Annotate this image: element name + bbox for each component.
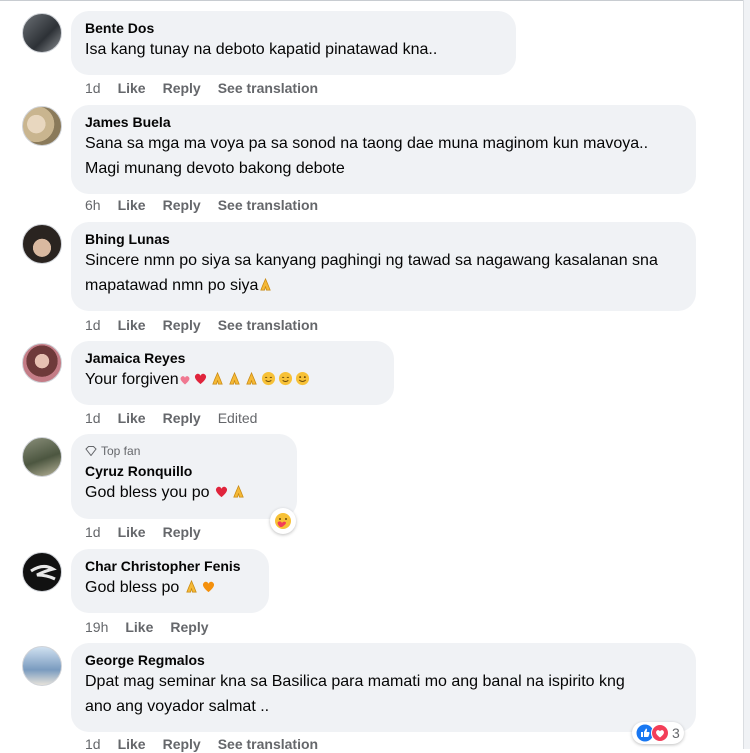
pink-heart-icon bbox=[180, 376, 190, 385]
reply-button[interactable]: Reply bbox=[163, 316, 201, 334]
comment-actions: 1d Like Reply See translation bbox=[85, 735, 335, 753]
diamond-icon bbox=[85, 446, 97, 456]
comment-text: Sincere nmn po siya sa kanyang paghingi … bbox=[85, 248, 675, 298]
relieved-face-icon bbox=[278, 371, 292, 386]
comment-actions: 1d Like Reply bbox=[85, 523, 218, 541]
comment-author[interactable]: Bente Dos bbox=[85, 19, 502, 37]
folded-hands-icon bbox=[260, 277, 272, 291]
care-reaction-badge[interactable] bbox=[270, 508, 296, 534]
comment-text: Dpat mag seminar kna sa Basilica para ma… bbox=[85, 673, 630, 715]
like-button[interactable]: Like bbox=[118, 79, 146, 97]
comment-time[interactable]: 1d bbox=[85, 316, 101, 334]
comment-text: Isa kang tunay na deboto kapatid pinataw… bbox=[85, 41, 438, 58]
comment-bubble: Bente Dos Isa kang tunay na deboto kapat… bbox=[71, 11, 516, 75]
comment-author[interactable]: Jamaica Reyes bbox=[85, 349, 380, 367]
comment-text-content: Sincere nmn po siya sa kanyang paghingi … bbox=[85, 252, 663, 294]
avatar[interactable] bbox=[22, 343, 62, 383]
comment-bubble: George Regmalos Dpat mag seminar kna sa … bbox=[71, 643, 696, 732]
comment-bubble: Bhing Lunas Sincere nmn po siya sa kanya… bbox=[71, 222, 696, 311]
like-button[interactable]: Like bbox=[118, 196, 146, 214]
reply-button[interactable]: Reply bbox=[163, 409, 201, 427]
comment-text: Sana sa mga ma voya pa sa sonod na taong… bbox=[85, 135, 653, 177]
comment-author[interactable]: James Buela bbox=[85, 113, 682, 131]
folded-hands-icon bbox=[228, 371, 240, 385]
comment-bubble: James Buela Sana sa mga ma voya pa sa so… bbox=[71, 105, 696, 194]
reply-button[interactable]: Reply bbox=[163, 523, 201, 541]
comment-actions: 6h Like Reply See translation bbox=[85, 196, 335, 214]
edited-label: Edited bbox=[217, 410, 258, 426]
like-button[interactable]: Like bbox=[118, 735, 146, 753]
comment-time[interactable]: 1d bbox=[85, 735, 101, 753]
like-button[interactable]: Like bbox=[125, 618, 153, 636]
smiling-face-icon bbox=[295, 371, 309, 386]
avatar[interactable] bbox=[22, 437, 62, 477]
comment-bubble: Top fan Cyruz Ronquillo God bless you po bbox=[71, 434, 297, 519]
scrollbar[interactable] bbox=[743, 0, 750, 749]
like-button[interactable]: Like bbox=[118, 316, 146, 334]
comment-text: Your forgiven bbox=[85, 367, 380, 392]
comment-time[interactable]: 19h bbox=[85, 618, 108, 636]
orange-heart-icon bbox=[202, 581, 214, 593]
comment-text: God bless you po bbox=[85, 480, 283, 505]
comment-author[interactable]: Bhing Lunas bbox=[85, 230, 682, 248]
relieved-face-icon bbox=[261, 371, 275, 386]
frame-top-border bbox=[0, 0, 750, 1]
like-button[interactable]: Like bbox=[118, 523, 146, 541]
see-translation-link[interactable]: See translation bbox=[218, 196, 318, 214]
top-fan-badge: Top fan bbox=[85, 443, 283, 459]
comment-time[interactable]: 1d bbox=[85, 79, 101, 97]
folded-hands-icon bbox=[245, 371, 257, 385]
comment-time[interactable]: 1d bbox=[85, 523, 101, 541]
comment-time[interactable]: 6h bbox=[85, 196, 101, 214]
comment-text-content: God bless you po bbox=[85, 484, 210, 501]
see-translation-link[interactable]: See translation bbox=[218, 735, 318, 753]
reaction-count: 3 bbox=[672, 725, 680, 741]
folded-hands-icon bbox=[233, 484, 244, 498]
comment-text-content: Your forgiven bbox=[85, 371, 179, 388]
comment-actions: 1d Like Reply Edited bbox=[85, 409, 274, 427]
reply-button[interactable]: Reply bbox=[163, 196, 201, 214]
comment-text: God bless po bbox=[85, 575, 255, 600]
top-fan-label: Top fan bbox=[101, 444, 141, 458]
comment-time[interactable]: 1d bbox=[85, 409, 101, 427]
see-translation-link[interactable]: See translation bbox=[218, 316, 318, 334]
comment-actions: 19h Like Reply bbox=[85, 618, 226, 636]
see-translation-link[interactable]: See translation bbox=[218, 79, 318, 97]
reply-button[interactable]: Reply bbox=[163, 735, 201, 753]
comment-author[interactable]: Cyruz Ronquillo bbox=[85, 462, 283, 480]
avatar[interactable] bbox=[22, 224, 62, 264]
like-button[interactable]: Like bbox=[118, 409, 146, 427]
reaction-summary[interactable]: 3 bbox=[632, 722, 684, 744]
folded-hands-icon bbox=[185, 579, 197, 593]
comment-author[interactable]: Char Christopher Fenis bbox=[85, 557, 255, 575]
comment-author[interactable]: George Regmalos bbox=[85, 651, 682, 669]
comment-bubble: Jamaica Reyes Your forgiven bbox=[71, 341, 394, 405]
reply-button[interactable]: Reply bbox=[163, 79, 201, 97]
avatar[interactable] bbox=[22, 13, 62, 53]
comment-actions: 1d Like Reply See translation bbox=[85, 79, 335, 97]
comment-actions: 1d Like Reply See translation bbox=[85, 316, 335, 334]
red-heart-icon bbox=[194, 373, 206, 385]
reply-button[interactable]: Reply bbox=[170, 618, 208, 636]
avatar[interactable] bbox=[22, 552, 62, 592]
care-icon bbox=[275, 513, 291, 529]
avatar[interactable] bbox=[22, 106, 62, 146]
folded-hands-icon bbox=[211, 371, 223, 385]
comment-text-content: God bless po bbox=[85, 579, 180, 596]
comment-bubble: Char Christopher Fenis God bless po bbox=[71, 549, 269, 613]
avatar-graphic bbox=[30, 564, 57, 581]
love-icon bbox=[651, 724, 669, 742]
avatar[interactable] bbox=[22, 646, 62, 686]
red-heart-icon bbox=[215, 486, 228, 498]
